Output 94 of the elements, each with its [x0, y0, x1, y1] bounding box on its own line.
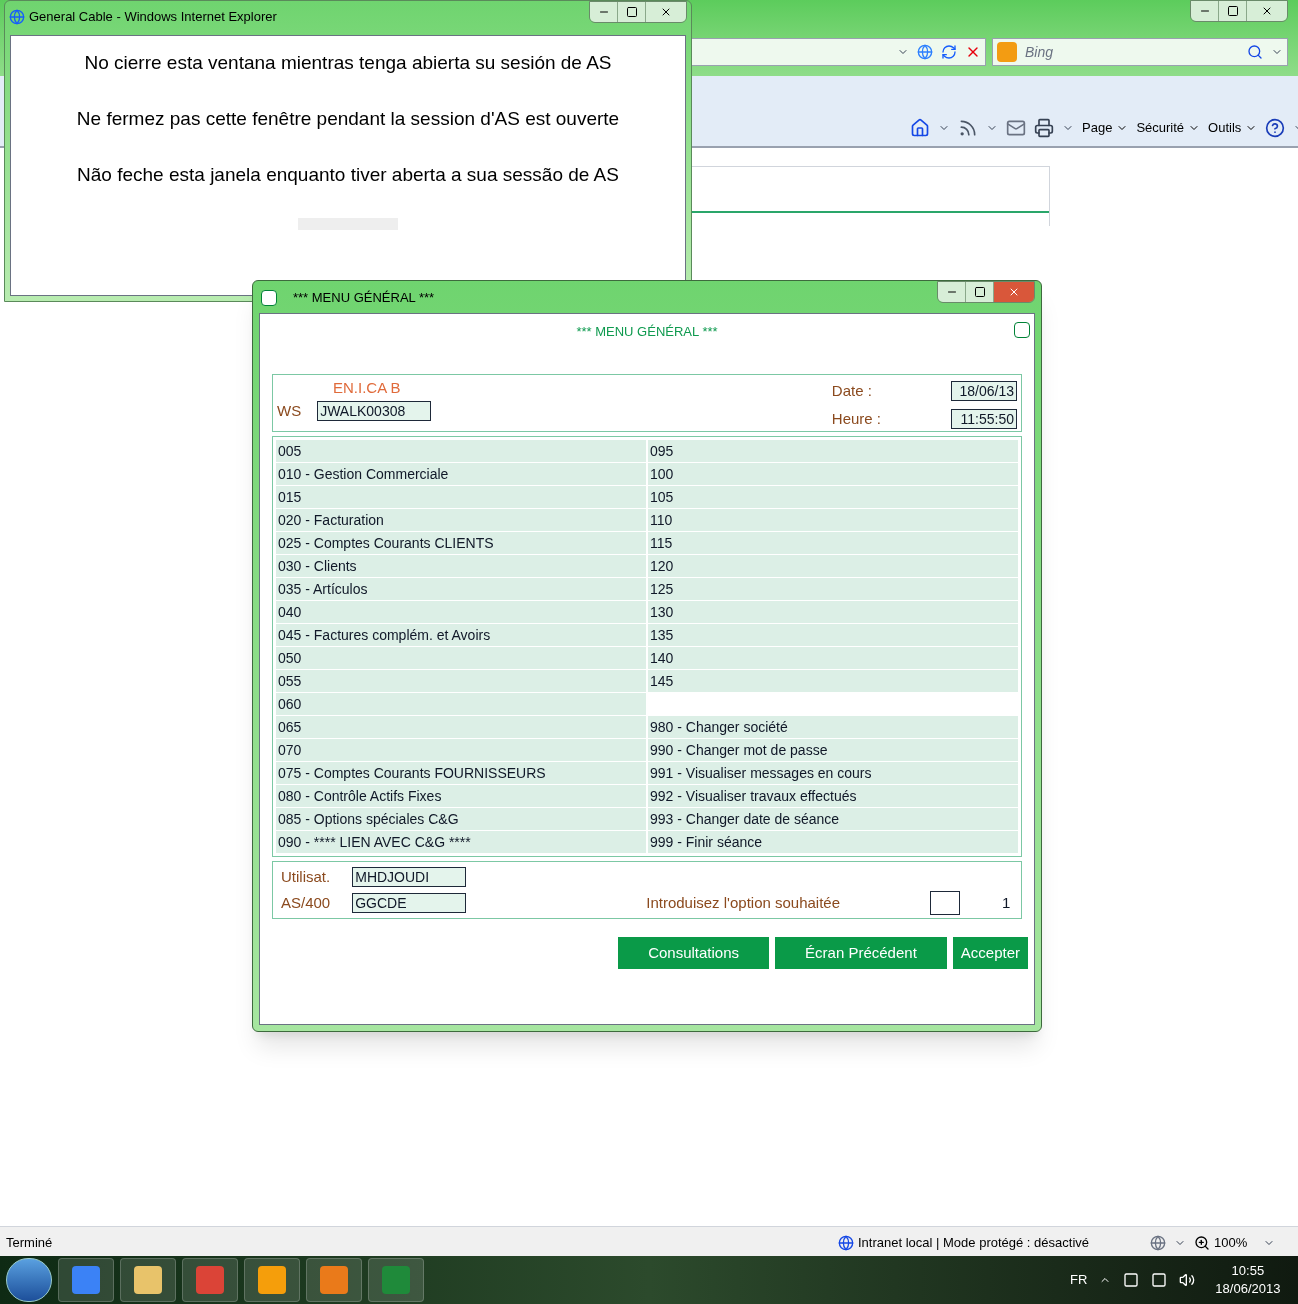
taskbar-app-icon[interactable] — [120, 1258, 176, 1302]
close-icon — [1008, 286, 1020, 298]
help-icon[interactable] — [1265, 118, 1286, 138]
menu-option[interactable]: 040 — [276, 601, 646, 623]
security-zone-text: Intranet local | Mode protégé : désactivé — [858, 1234, 1089, 1252]
menu-option[interactable]: 070 — [276, 739, 646, 761]
print-icon[interactable] — [1034, 118, 1054, 138]
maximize-icon — [1226, 5, 1239, 17]
clock[interactable]: 10:55 18/06/2013 — [1215, 1262, 1281, 1298]
window-title: General Cable - Windows Internet Explorer — [29, 8, 277, 26]
date-field[interactable]: 18/06/13 — [951, 381, 1017, 401]
feed-icon[interactable] — [958, 118, 978, 138]
language-indicator[interactable]: FR — [1070, 1270, 1088, 1290]
search-icon[interactable] — [1247, 44, 1263, 60]
menu-option[interactable]: 095 — [648, 440, 1018, 462]
action-button[interactable]: Écran Précédent — [775, 937, 947, 969]
globe-icon — [838, 1234, 854, 1251]
menu-option[interactable]: 045 - Factures complém. et Avoirs — [276, 624, 646, 646]
user-field[interactable]: MHDJOUDI — [352, 866, 467, 887]
menu-option[interactable]: 993 - Changer date de séance — [648, 808, 1018, 830]
maximize-button[interactable] — [1219, 1, 1247, 21]
volume-icon[interactable] — [1179, 1272, 1196, 1288]
mail-icon[interactable] — [1006, 118, 1026, 138]
option-count: 1 — [1002, 892, 1011, 913]
menu-option[interactable]: 120 — [648, 555, 1018, 577]
menu-option[interactable]: 060 — [276, 693, 646, 715]
warning-message: No cierre esta ventana mientras tenga abierta su sesión de AS — [84, 51, 612, 75]
screen-heading: *** MENU GÉNÉRAL *** — [576, 323, 718, 341]
taskbar-app-icon[interactable] — [306, 1258, 362, 1302]
menu-option[interactable]: 125 — [648, 578, 1018, 600]
menu-option[interactable]: 065 — [276, 716, 646, 738]
menu-option[interactable]: 055 — [276, 670, 646, 692]
maximize-button[interactable] — [966, 282, 994, 302]
menu-option[interactable]: 015 — [276, 486, 646, 508]
date-label: Date : — [831, 380, 873, 401]
menu-option[interactable]: 991 - Visualiser messages en cours — [648, 762, 1018, 784]
menu-option[interactable]: 080 - Contrôle Actifs Fixes — [276, 785, 646, 807]
taskbar-app-icon[interactable] — [58, 1258, 114, 1302]
time-field[interactable]: 11:55:50 — [951, 409, 1017, 429]
system-field[interactable]: GGCDE — [352, 893, 467, 914]
maximize-button[interactable] — [618, 2, 646, 22]
ws-label: WS — [277, 401, 302, 421]
menu-option[interactable]: 035 - Artículos — [276, 578, 646, 600]
zoom-button[interactable]: 100% — [1194, 1233, 1248, 1253]
menu-option[interactable]: 140 — [648, 647, 1018, 669]
menu-option[interactable]: 005 — [276, 440, 646, 462]
status-text: Terminé — [6, 1234, 53, 1252]
option-input[interactable] — [930, 891, 961, 915]
action-button[interactable]: Accepter — [952, 937, 1028, 969]
menu-option[interactable]: 145 — [648, 670, 1018, 692]
menu-option[interactable]: 020 - Facturation — [276, 509, 646, 531]
command-menu-button[interactable]: Sécurité — [1136, 118, 1201, 138]
warning-message: Não feche esta janela enquanto tiver aberta a sua sessão de AS — [77, 163, 619, 187]
menu-option[interactable]: 135 — [648, 624, 1018, 646]
warning-message: Ne fermez pas cette fenêtre pendant la session d'AS est ouverte — [76, 107, 620, 131]
menu-option[interactable]: 130 — [648, 601, 1018, 623]
option-prompt: Introduisez l'option souhaitée — [646, 892, 841, 913]
minimize-button[interactable] — [590, 2, 618, 22]
maximize-icon — [973, 286, 986, 298]
menu-option[interactable]: 105 — [648, 486, 1018, 508]
action-button[interactable]: Consultations — [618, 937, 770, 969]
search-field[interactable]: Bing — [992, 38, 1288, 66]
taskbar-app-icon[interactable] — [244, 1258, 300, 1302]
time-label: Heure : — [831, 408, 881, 429]
company-name: EN.I.CA B — [333, 378, 402, 398]
menu-option[interactable]: 025 - Comptes Courants CLIENTS — [276, 532, 646, 554]
minimize-button[interactable] — [938, 282, 966, 302]
menu-option[interactable]: 115 — [648, 532, 1018, 554]
close-icon — [660, 6, 672, 18]
menu-option[interactable]: 980 - Changer société — [648, 716, 1018, 738]
menu-option[interactable]: 030 - Clients — [276, 555, 646, 577]
user-label: Utilisat. — [281, 866, 331, 887]
command-menu-button[interactable]: Outils — [1208, 118, 1258, 138]
menu-option[interactable]: 100 — [648, 463, 1018, 485]
refresh-icon[interactable] — [941, 44, 957, 60]
menu-option[interactable]: 990 - Changer mot de passe — [648, 739, 1018, 761]
menu-option[interactable]: 110 — [648, 509, 1018, 531]
minimize-button[interactable] — [1191, 1, 1219, 21]
menu-option[interactable]: 090 - **** LIEN AVEC C&G **** — [276, 831, 646, 853]
window-title: *** MENU GÉNÉRAL *** — [293, 289, 435, 307]
address-bar[interactable] — [690, 38, 986, 66]
menu-option[interactable]: 010 - Gestion Commerciale — [276, 463, 646, 485]
system-label: AS/400 — [281, 893, 331, 913]
ws-field[interactable]: JWALK00308 — [317, 401, 432, 422]
close-icon — [1261, 5, 1273, 17]
maximize-icon — [625, 6, 638, 18]
zoom-icon — [1194, 1234, 1210, 1251]
menu-option[interactable]: 992 - Visualiser travaux effectués — [648, 785, 1018, 807]
command-menu-button[interactable]: Page — [1082, 118, 1129, 138]
menu-option[interactable]: 075 - Comptes Courants FOURNISSEURS — [276, 762, 646, 784]
home-icon[interactable] — [910, 118, 930, 138]
menu-option[interactable]: 085 - Options spéciales C&G — [276, 808, 646, 830]
menu-option[interactable]: 050 — [276, 647, 646, 669]
menu-option[interactable]: 999 - Finir séance — [648, 831, 1018, 853]
